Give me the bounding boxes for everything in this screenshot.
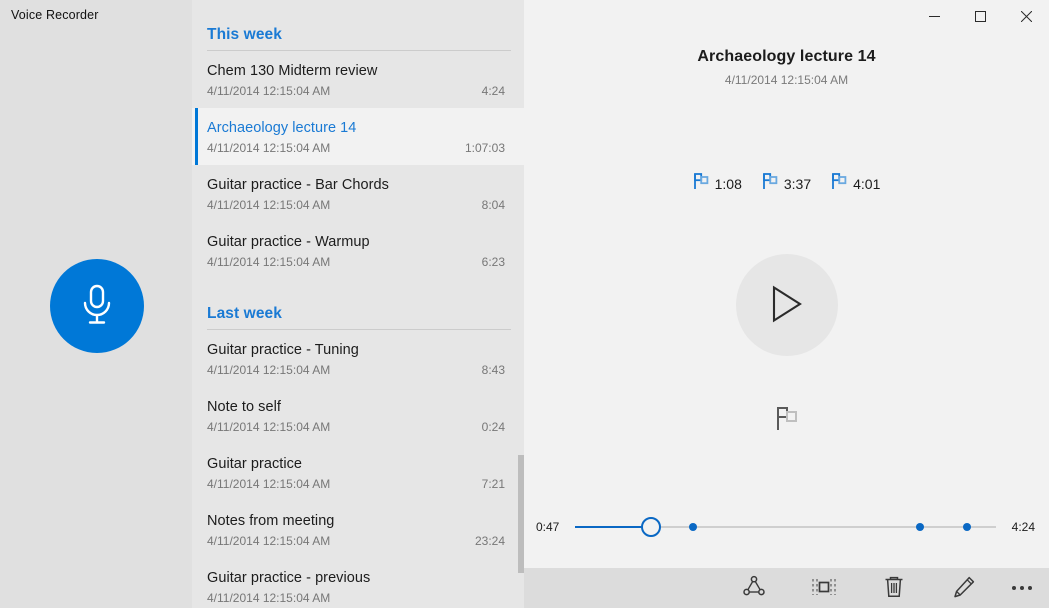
recording-meta: 4/11/2014 12:15:04 AM 0:24 — [207, 420, 524, 434]
list-item[interactable]: Notes from meeting 4/11/2014 12:15:04 AM 2… — [192, 501, 524, 558]
recording-duration: 6:23 — [481, 255, 505, 269]
recording-title: Archaeology lecture 14 — [207, 120, 357, 136]
list-item[interactable]: Guitar practice - Warmup 4/11/2014 12:15:… — [192, 222, 524, 279]
recording-title: Guitar practice - previous — [207, 570, 371, 586]
close-icon — [1020, 10, 1032, 22]
list-group-header: Last week — [207, 305, 282, 322]
recording-date: 4/11/2014 12:15:04 AM — [207, 420, 331, 434]
seek-flag-marker[interactable] — [916, 523, 925, 531]
trash-icon — [883, 575, 905, 602]
total-time: 4:24 — [1011, 520, 1035, 534]
detail-pane: Archaeology lecture 14 4/11/2014 12:15:0… — [524, 0, 1049, 608]
recordings-list-pane[interactable]: This week Chem 130 Midterm review 4/11/201… — [192, 0, 524, 608]
recording-date: 4/11/2014 12:15:04 AM — [207, 84, 331, 98]
list-item[interactable]: Guitar practice 4/11/2014 12:15:04 AM 7:21 — [192, 444, 524, 501]
recording-title: Notes from meeting — [207, 513, 335, 529]
recording-meta: 4/11/2014 12:15:04 AM 6:23 — [207, 255, 524, 269]
flag-marker[interactable]: 4:01 — [831, 172, 880, 196]
list-item[interactable]: Guitar practice - previous 4/11/2014 12:1… — [192, 558, 524, 608]
recording-duration: 8:04 — [481, 198, 505, 212]
ellipsis-icon — [1012, 586, 1032, 590]
recording-date: 4/11/2014 12:15:04 AM — [207, 534, 331, 548]
bottom-toolbar — [524, 568, 1049, 608]
microphone-icon — [77, 283, 117, 329]
trim-icon — [811, 576, 837, 601]
maximize-button[interactable] — [957, 0, 1003, 32]
recording-duration: 23:24 — [474, 534, 505, 548]
recording-date: 4/11/2014 12:15:04 AM — [207, 255, 331, 269]
recording-date: 4/11/2014 12:15:04 AM — [207, 363, 331, 377]
recording-meta: 4/11/2014 12:15:04 AM 7:21 — [207, 477, 524, 491]
recording-meta: 4/11/2014 12:15:04 AM 8:43 — [207, 363, 524, 377]
list-item[interactable]: Chem 130 Midterm review 4/11/2014 12:15:0… — [192, 51, 524, 108]
seek-track[interactable] — [575, 515, 996, 539]
play-button[interactable] — [735, 254, 838, 356]
maximize-icon — [974, 10, 986, 22]
recording-meta: 4/11/2014 12:15:04 AM 1:07:03 — [207, 141, 524, 155]
flag-time: 4:01 — [853, 176, 881, 192]
list-item[interactable]: Note to self 4/11/2014 12:15:04 AM 0:24 — [192, 387, 524, 444]
recording-date: 4/11/2014 12:15:04 AM — [724, 73, 849, 87]
recording-meta: 4/11/2014 12:15:04 AM — [207, 591, 524, 605]
close-button[interactable] — [1003, 0, 1049, 32]
flag-marker[interactable]: 3:37 — [762, 172, 811, 196]
flag-marker-list: 1:08 3:37 4:01 — [524, 172, 1049, 196]
share-icon — [742, 575, 766, 602]
recording-title: Guitar practice - Warmup — [207, 234, 370, 250]
flag-time: 3:37 — [783, 176, 812, 192]
recording-title: Note to self — [207, 399, 281, 415]
recording-date: 4/11/2014 12:15:04 AM — [207, 591, 331, 605]
recording-title: Chem 130 Midterm review — [207, 63, 378, 79]
pencil-icon — [952, 575, 976, 602]
flag-icon — [831, 172, 848, 196]
recording-date: 4/11/2014 12:15:04 AM — [207, 141, 331, 155]
rename-button[interactable] — [929, 568, 999, 608]
seek-flag-marker[interactable] — [962, 523, 971, 531]
delete-button[interactable] — [859, 568, 929, 608]
recordings-list: This week Chem 130 Midterm review 4/11/201… — [192, 0, 524, 608]
window-controls — [911, 0, 1049, 32]
more-button[interactable] — [999, 568, 1045, 608]
add-flag-button[interactable] — [767, 400, 807, 440]
recording-duration: 4:24 — [481, 84, 505, 98]
seek-bar[interactable]: 0:47 4:24 — [524, 512, 1049, 542]
trim-button[interactable] — [789, 568, 859, 608]
recording-duration: 0:24 — [481, 420, 505, 434]
current-time: 0:47 — [536, 520, 560, 534]
voice-recorder-window: This week Chem 130 Midterm review 4/11/201… — [0, 0, 1049, 608]
list-item[interactable]: Guitar practice - Tuning 4/11/2014 12:15:… — [192, 330, 524, 387]
seek-fill — [575, 526, 651, 528]
recording-duration: 8:43 — [481, 363, 505, 377]
share-button[interactable] — [719, 568, 789, 608]
recording-title: Guitar practice - Bar Chords — [207, 177, 389, 193]
play-icon — [770, 285, 804, 326]
flag-marker[interactable]: 1:08 — [693, 172, 742, 196]
record-button[interactable] — [50, 259, 144, 353]
minimize-button[interactable] — [911, 0, 957, 32]
list-item[interactable]: Archaeology lecture 14 4/11/2014 12:15:04… — [192, 108, 524, 165]
recording-meta: 4/11/2014 12:15:04 AM 23:24 — [207, 534, 524, 548]
flag-icon — [693, 172, 710, 196]
recording-duration: 1:07:03 — [464, 141, 505, 155]
flag-icon — [762, 172, 779, 196]
flag-time: 1:08 — [714, 176, 742, 192]
recording-title: Guitar practice — [207, 456, 303, 472]
recording-meta: 4/11/2014 12:15:04 AM 4:24 — [207, 84, 524, 98]
seek-thumb[interactable] — [640, 517, 661, 537]
list-group-header: This week — [207, 26, 282, 43]
seek-flag-marker[interactable] — [688, 523, 697, 531]
list-item[interactable]: Guitar practice - Bar Chords 4/11/2014 12… — [192, 165, 524, 222]
recording-duration: 7:21 — [481, 477, 505, 491]
recording-meta: 4/11/2014 12:15:04 AM 8:04 — [207, 198, 524, 212]
recording-date: 4/11/2014 12:15:04 AM — [207, 198, 331, 212]
recording-date: 4/11/2014 12:15:04 AM — [207, 477, 331, 491]
minimize-icon — [928, 11, 940, 22]
flag-icon — [774, 405, 800, 436]
recording-title: Guitar practice - Tuning — [207, 342, 359, 358]
page-title: Archaeology lecture 14 — [697, 48, 876, 65]
record-pane — [0, 0, 192, 608]
